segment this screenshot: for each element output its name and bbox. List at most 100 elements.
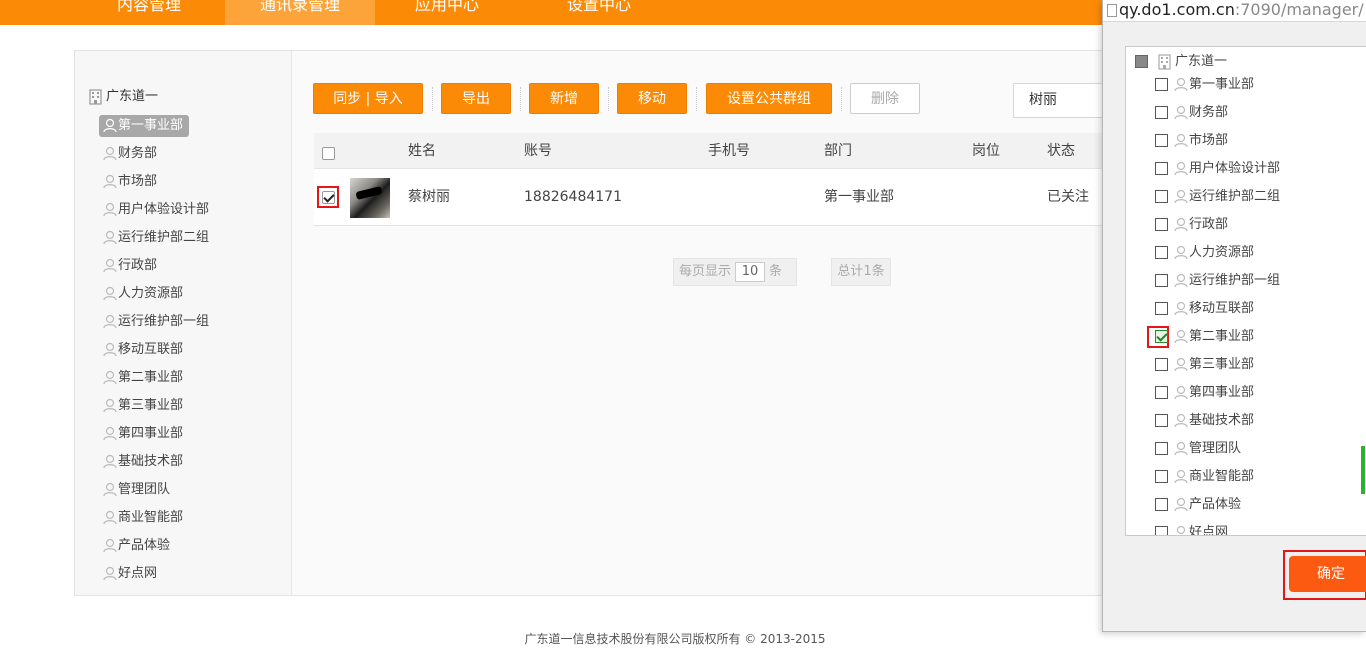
page-size-input[interactable]: 10	[735, 261, 766, 282]
person-icon	[1174, 105, 1188, 120]
popup-department-item[interactable]: 第二事业部	[1147, 323, 1280, 351]
nav-contacts-management[interactable]: 通讯录管理	[225, 0, 375, 25]
sidebar-item[interactable]: 财务部	[99, 143, 215, 171]
url-path: :7090/manager/	[1234, 0, 1364, 19]
department-checkbox[interactable]	[1155, 78, 1168, 91]
popup-department-item[interactable]: 基础技术部	[1155, 407, 1280, 435]
department-name: 产品体验	[118, 538, 171, 553]
sidebar-item[interactable]: 商业智能部	[99, 507, 215, 535]
search-input[interactable]: 树丽	[1013, 83, 1113, 118]
sidebar-item[interactable]: 管理团队	[99, 479, 215, 507]
department-checkbox[interactable]	[1155, 526, 1168, 535]
department-checkbox[interactable]	[1155, 470, 1168, 483]
row-checkbox[interactable]	[322, 191, 335, 204]
scrollbar-indicator[interactable]	[1361, 446, 1365, 494]
sync-import-button[interactable]: 同步 | 导入	[313, 83, 423, 114]
person-icon	[1174, 273, 1188, 288]
person-icon	[1174, 77, 1188, 92]
move-button[interactable]: 移动	[617, 83, 687, 114]
person-icon	[1174, 329, 1188, 344]
popup-department-item[interactable]: 管理团队	[1155, 435, 1280, 463]
select-all-checkbox[interactable]	[322, 147, 335, 160]
person-icon	[1174, 357, 1188, 372]
nav-settings-center[interactable]: 设置中心	[544, 0, 654, 25]
sidebar-item[interactable]: 好点网	[99, 563, 215, 591]
sidebar-item[interactable]: 第一事业部	[99, 115, 215, 143]
sidebar-item-label: 移动互联部	[99, 339, 189, 361]
popup-department-item[interactable]: 市场部	[1155, 127, 1280, 155]
person-icon	[103, 146, 117, 161]
department-checkbox[interactable]	[1155, 134, 1168, 147]
popup-department-item[interactable]: 商业智能部	[1155, 463, 1280, 491]
popup-department-item[interactable]: 第四事业部	[1155, 379, 1280, 407]
divider	[520, 87, 521, 111]
sidebar-item[interactable]: 移动互联部	[99, 339, 215, 367]
department-checkbox[interactable]	[1155, 358, 1168, 371]
department-name: 管理团队	[118, 482, 171, 497]
sidebar-item[interactable]: 运行维护部二组	[99, 227, 215, 255]
department-name: 第四事业部	[118, 426, 184, 441]
new-button[interactable]: 新增	[529, 83, 599, 114]
cell-name: 蔡树丽	[408, 189, 450, 205]
nav-content-management[interactable]: 内容管理	[94, 0, 204, 25]
person-icon	[1174, 217, 1188, 232]
sidebar-item[interactable]: 第四事业部	[99, 423, 215, 451]
department-checkbox[interactable]	[1155, 246, 1168, 259]
sidebar-item[interactable]: 产品体验	[99, 535, 215, 563]
popup-department-item[interactable]: 第一事业部	[1155, 71, 1280, 99]
sidebar-item[interactable]: 运行维护部一组	[99, 311, 215, 339]
divider	[841, 87, 842, 111]
department-checkbox[interactable]	[1155, 386, 1168, 399]
table-row[interactable]: 蔡树丽 18826484171 第一事业部 已关注	[314, 169, 1113, 226]
department-checkbox[interactable]	[1155, 302, 1168, 315]
sidebar-item[interactable]: 人力资源部	[99, 283, 215, 311]
person-icon	[103, 286, 117, 301]
department-name: 第一事业部	[118, 118, 184, 133]
set-public-group-button[interactable]: 设置公共群组	[706, 83, 832, 114]
export-button[interactable]: 导出	[441, 83, 511, 114]
person-icon	[1174, 161, 1188, 176]
sidebar-item-label: 人力资源部	[99, 283, 189, 305]
sidebar-item[interactable]: 第二事业部	[99, 367, 215, 395]
nav-app-center[interactable]: 应用中心	[392, 0, 502, 25]
department-checkbox[interactable]	[1155, 190, 1168, 203]
person-icon	[103, 510, 117, 525]
department-name: 第一事业部	[1189, 77, 1255, 92]
sidebar-item[interactable]: 行政部	[99, 255, 215, 283]
confirm-button[interactable]: 确定	[1289, 556, 1366, 592]
highlight-box: 确定	[1283, 550, 1366, 600]
popup-department-item[interactable]: 移动互联部	[1155, 295, 1280, 323]
root-checkbox[interactable]	[1135, 55, 1148, 68]
sidebar-item-label: 好点网	[99, 563, 163, 585]
department-name: 市场部	[1189, 133, 1229, 148]
department-checkbox[interactable]	[1155, 162, 1168, 175]
department-checkbox[interactable]	[1155, 498, 1168, 511]
popup-department-item[interactable]: 运行维护部一组	[1155, 267, 1280, 295]
sidebar-item[interactable]: 基础技术部	[99, 451, 215, 479]
tree-root[interactable]: 广东道一	[1135, 53, 1227, 71]
popup-department-item[interactable]: 用户体验设计部	[1155, 155, 1280, 183]
department-checkbox[interactable]	[1155, 414, 1168, 427]
person-icon	[1174, 413, 1188, 428]
department-list: 第一事业部财务部 市场部 用户体验设计部 运行维护部二组 行政部 人力资源部运行维护部一组…	[99, 115, 215, 591]
department-checkbox[interactable]	[1155, 106, 1168, 119]
select-department-popup: qy.do1.com.cn:7090/manager/ 广东道一 第一事业部 财务…	[1102, 0, 1366, 632]
sidebar-item[interactable]: 用户体验设计部	[99, 199, 215, 227]
popup-department-item[interactable]: 人力资源部	[1155, 239, 1280, 267]
department-checkbox[interactable]	[1155, 442, 1168, 455]
popup-department-item[interactable]: 财务部	[1155, 99, 1280, 127]
department-checkbox[interactable]	[1155, 330, 1168, 343]
sidebar-item[interactable]: 第三事业部	[99, 395, 215, 423]
avatar	[350, 178, 390, 218]
delete-button[interactable]: 删除	[850, 83, 920, 114]
department-checkbox[interactable]	[1155, 274, 1168, 287]
department-checkbox[interactable]	[1155, 218, 1168, 231]
popup-department-item[interactable]: 行政部	[1155, 211, 1280, 239]
popup-department-item[interactable]: 产品体验	[1155, 491, 1280, 519]
popup-department-item[interactable]: 第三事业部	[1155, 351, 1280, 379]
sidebar-item[interactable]: 市场部	[99, 171, 215, 199]
popup-department-item[interactable]: 好点网	[1155, 519, 1280, 535]
tree-root[interactable]: 广东道一	[89, 87, 158, 107]
department-name: 财务部	[1189, 105, 1229, 120]
popup-department-item[interactable]: 运行维护部二组	[1155, 183, 1280, 211]
